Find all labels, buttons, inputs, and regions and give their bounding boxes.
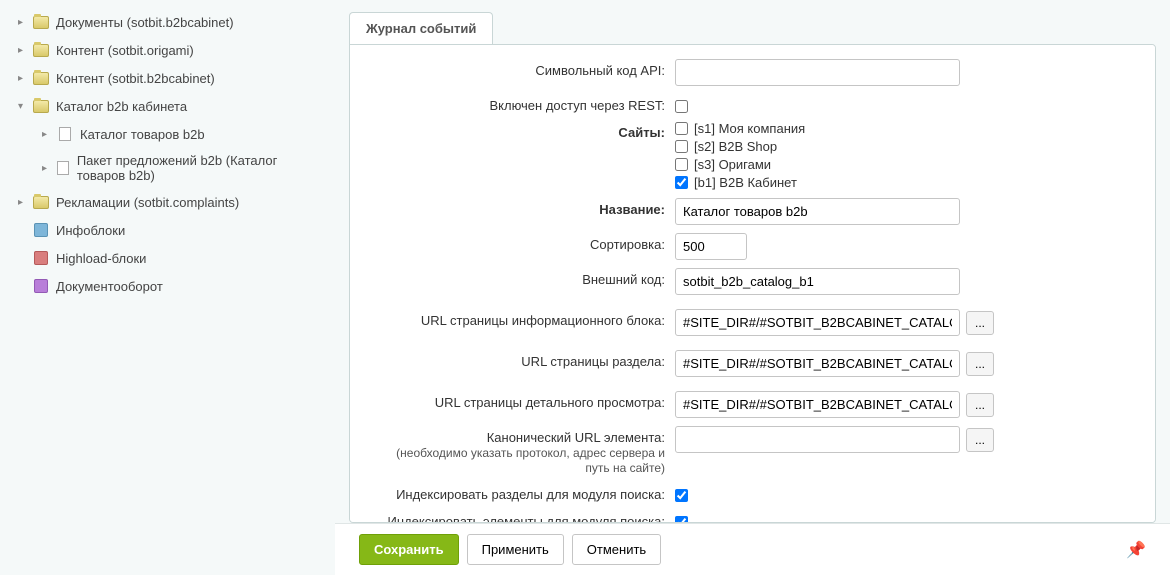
checkbox-s1[interactable]: [675, 122, 688, 135]
input-api-code[interactable]: [675, 59, 960, 86]
folder-icon: [32, 13, 50, 31]
input-url-detail[interactable]: [675, 391, 960, 418]
cancel-button[interactable]: Отменить: [572, 534, 661, 565]
sidebar-label: Рекламации (sotbit.complaints): [56, 195, 239, 210]
sidebar-label: Каталог товаров b2b: [80, 127, 205, 142]
row-url-section: URL страницы раздела: ...: [370, 350, 1135, 377]
label-canonical-sub: (необходимо указать протокол, адрес серв…: [396, 446, 665, 475]
sidebar-label: Каталог b2b кабинета: [56, 99, 187, 114]
page-icon: [56, 125, 74, 143]
row-index-elements: Индексировать элементы для модуля поиска…: [370, 510, 1135, 523]
sidebar-item-workflow[interactable]: Документооборот: [0, 272, 335, 300]
apply-button[interactable]: Применить: [467, 534, 564, 565]
label-index-elements: Индексировать элементы для модуля поиска…: [370, 510, 675, 523]
url-info-browse-button[interactable]: ...: [966, 311, 994, 335]
folder-icon: [32, 69, 50, 87]
row-url-detail: URL страницы детального просмотра: ...: [370, 391, 1135, 418]
blue-icon: [32, 221, 50, 239]
footer-bar: Сохранить Применить Отменить 📌: [335, 523, 1170, 575]
sidebar: ▸ Документы (sotbit.b2bcabinet) ▸ Контен…: [0, 0, 335, 575]
row-xml-id: Внешний код:: [370, 268, 1135, 295]
input-name[interactable]: [675, 198, 960, 225]
sidebar-label: Контент (sotbit.b2bcabinet): [56, 71, 215, 86]
label-index-sections: Индексировать разделы для модуля поиска:: [370, 483, 675, 502]
sidebar-item-documents[interactable]: ▸ Документы (sotbit.b2bcabinet): [0, 8, 335, 36]
save-button[interactable]: Сохранить: [359, 534, 459, 565]
arrow-down-icon: ▾: [18, 101, 28, 112]
row-url-info: URL страницы информационного блока: ...: [370, 309, 1135, 336]
checkbox-rest[interactable]: [675, 100, 688, 113]
sidebar-item-offers[interactable]: ▸ Пакет предложений b2b (Каталог товаров…: [0, 148, 335, 188]
form-panel: Символьный код API: Включен доступ через…: [349, 44, 1156, 523]
input-sort[interactable]: [675, 233, 747, 260]
sidebar-label: Документооборот: [56, 279, 163, 294]
folder-icon: [32, 41, 50, 59]
checkbox-b1[interactable]: [675, 176, 688, 189]
tabbar: Журнал событий: [335, 0, 1170, 44]
label-url-section: URL страницы раздела:: [370, 350, 675, 369]
sidebar-label: Пакет предложений b2b (Каталог товаров b…: [77, 153, 327, 183]
arrow-icon: ▸: [42, 163, 51, 174]
url-detail-browse-button[interactable]: ...: [966, 393, 994, 417]
purple-icon: [32, 277, 50, 295]
label-sites: Сайты:: [370, 121, 675, 140]
folder-icon: [32, 97, 50, 115]
checkbox-s3[interactable]: [675, 158, 688, 171]
checkbox-s2[interactable]: [675, 140, 688, 153]
arrow-icon: ▸: [42, 129, 52, 140]
site-option-b1[interactable]: [b1] B2B Кабинет: [675, 175, 1135, 190]
checkbox-index-elements[interactable]: [675, 516, 688, 523]
sidebar-item-content-origami[interactable]: ▸ Контент (sotbit.origami): [0, 36, 335, 64]
checkbox-index-sections[interactable]: [675, 489, 688, 502]
label-xml-id: Внешний код:: [370, 268, 675, 287]
input-url-section[interactable]: [675, 350, 960, 377]
sidebar-item-catalog-products[interactable]: ▸ Каталог товаров b2b: [0, 120, 335, 148]
sidebar-label: Документы (sotbit.b2bcabinet): [56, 15, 234, 30]
site-option-s3[interactable]: [s3] Оригами: [675, 157, 1135, 172]
row-name: Название:: [370, 198, 1135, 225]
label-sort: Сортировка:: [370, 233, 675, 252]
row-sites: Сайты: [s1] Моя компания [s2] B2B Shop […: [370, 121, 1135, 190]
row-canonical: Канонический URL элемента: (необходимо у…: [370, 426, 1135, 475]
sidebar-label: Инфоблоки: [56, 223, 125, 238]
page-icon: [55, 159, 71, 177]
canonical-browse-button[interactable]: ...: [966, 428, 994, 452]
sidebar-label: Контент (sotbit.origami): [56, 43, 194, 58]
sidebar-item-content-b2b[interactable]: ▸ Контент (sotbit.b2bcabinet): [0, 64, 335, 92]
red-icon: [32, 249, 50, 267]
arrow-icon: ▸: [18, 45, 28, 56]
input-canonical[interactable]: [675, 426, 960, 453]
arrow-icon: ▸: [18, 17, 28, 28]
input-url-info[interactable]: [675, 309, 960, 336]
row-api-code: Символьный код API:: [370, 59, 1135, 86]
site-option-s2[interactable]: [s2] B2B Shop: [675, 139, 1135, 154]
label-canonical: Канонический URL элемента: (необходимо у…: [370, 426, 675, 475]
sidebar-item-infoblocks[interactable]: Инфоблоки: [0, 216, 335, 244]
pin-icon[interactable]: 📌: [1126, 540, 1146, 560]
url-section-browse-button[interactable]: ...: [966, 352, 994, 376]
label-rest: Включен доступ через REST:: [370, 94, 675, 113]
label-url-detail: URL страницы детального просмотра:: [370, 391, 675, 410]
label-name: Название:: [370, 198, 675, 217]
input-xml-id[interactable]: [675, 268, 960, 295]
folder-icon: [32, 193, 50, 211]
app-root: ▸ Документы (sotbit.b2bcabinet) ▸ Контен…: [0, 0, 1170, 575]
sidebar-item-catalog-b2b[interactable]: ▾ Каталог b2b кабинета: [0, 92, 335, 120]
sidebar-item-complaints[interactable]: ▸ Рекламации (sotbit.complaints): [0, 188, 335, 216]
main-area: Журнал событий Символьный код API: Включ…: [335, 0, 1170, 575]
row-index-sections: Индексировать разделы для модуля поиска:: [370, 483, 1135, 502]
label-url-info: URL страницы информационного блока:: [370, 309, 675, 328]
site-option-s1[interactable]: [s1] Моя компания: [675, 121, 1135, 136]
sidebar-item-highload[interactable]: Highload-блоки: [0, 244, 335, 272]
tab-event-log[interactable]: Журнал событий: [349, 12, 493, 44]
arrow-icon: ▸: [18, 73, 28, 84]
label-api-code: Символьный код API:: [370, 59, 675, 78]
row-rest: Включен доступ через REST:: [370, 94, 1135, 113]
row-sort: Сортировка:: [370, 233, 1135, 260]
arrow-icon: ▸: [18, 197, 28, 208]
sidebar-label: Highload-блоки: [56, 251, 146, 266]
